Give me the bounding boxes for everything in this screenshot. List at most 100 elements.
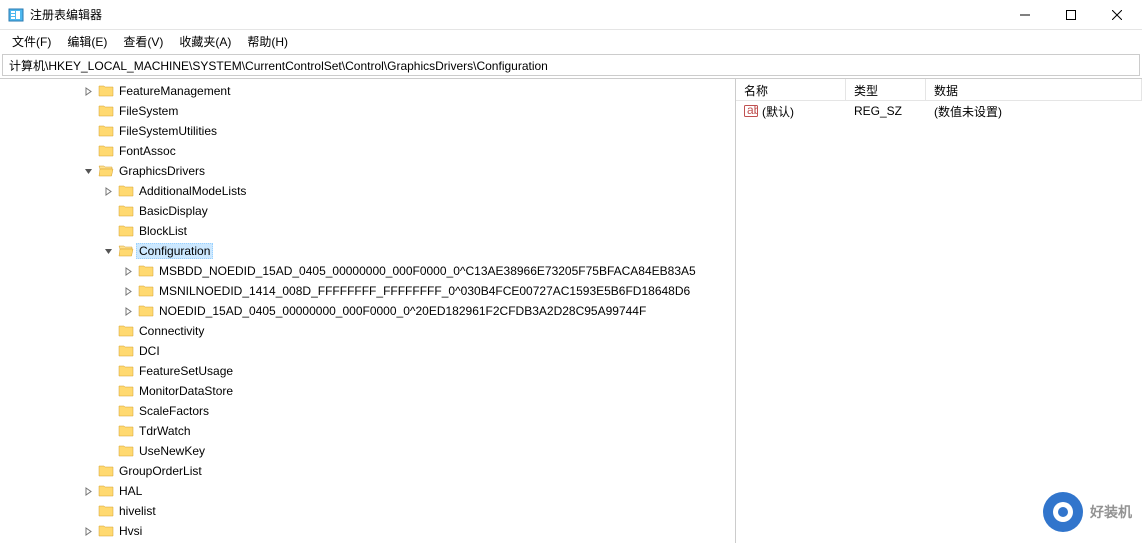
col-type[interactable]: 类型 [846, 79, 926, 100]
tree-item[interactable]: DCI [0, 341, 735, 361]
tree-item[interactable]: FontAssoc [0, 141, 735, 161]
col-data[interactable]: 数据 [926, 79, 1142, 100]
menu-edit[interactable]: 编辑(E) [59, 31, 115, 52]
folder-icon [118, 183, 134, 199]
tree-item-label: FeatureManagement [116, 83, 233, 99]
minimize-button[interactable] [1002, 0, 1048, 30]
tree-item[interactable]: HAL [0, 481, 735, 501]
tree-item-label: MSBDD_NOEDID_15AD_0405_00000000_000F0000… [156, 263, 699, 279]
folder-icon [98, 503, 114, 519]
list-row[interactable]: ab(默认)REG_SZ(数值未设置) [736, 101, 1142, 121]
tree-item[interactable]: FileSystemUtilities [0, 121, 735, 141]
tree-item[interactable]: GraphicsDrivers [0, 161, 735, 181]
folder-icon [118, 223, 134, 239]
list-body[interactable]: ab(默认)REG_SZ(数值未设置) [736, 101, 1142, 543]
tree-item-label: GroupOrderList [116, 463, 205, 479]
content-area: FeatureManagement FileSystem FileSystemUti… [0, 78, 1142, 543]
tree-item[interactable]: NOEDID_15AD_0405_00000000_000F0000_0^20E… [0, 301, 735, 321]
menu-help[interactable]: 帮助(H) [239, 31, 296, 52]
folder-icon [98, 123, 114, 139]
list-pane: 名称 类型 数据 ab(默认)REG_SZ(数值未设置) [736, 79, 1142, 543]
menubar: 文件(F) 编辑(E) 查看(V) 收藏夹(A) 帮助(H) [0, 30, 1142, 52]
expand-toggle-icon[interactable] [100, 183, 116, 199]
maximize-button[interactable] [1048, 0, 1094, 30]
col-name[interactable]: 名称 [736, 79, 846, 100]
tree-item-label: MSNILNOEDID_1414_008D_FFFFFFFF_FFFFFFFF_… [156, 283, 693, 299]
expand-toggle-icon[interactable] [80, 83, 96, 99]
menu-favorites[interactable]: 收藏夹(A) [171, 31, 239, 52]
expand-toggle-icon[interactable] [80, 523, 96, 539]
expand-toggle-icon[interactable] [120, 303, 136, 319]
folder-icon [118, 363, 134, 379]
tree-item[interactable]: TdrWatch [0, 421, 735, 441]
tree-item[interactable]: hivelist [0, 501, 735, 521]
expand-toggle-icon[interactable] [120, 283, 136, 299]
folder-icon [118, 203, 134, 219]
tree-item-label: BlockList [136, 223, 190, 239]
tree-item[interactable]: FeatureManagement [0, 81, 735, 101]
folder-icon [98, 143, 114, 159]
folder-icon [98, 103, 114, 119]
tree-item-label: FeatureSetUsage [136, 363, 236, 379]
folder-icon [98, 463, 114, 479]
string-value-icon: ab [744, 104, 758, 118]
watermark-text: 好装机 [1090, 502, 1132, 522]
expand-toggle-icon[interactable] [80, 163, 96, 179]
folder-icon [118, 403, 134, 419]
tree-item-label: Configuration [136, 243, 213, 259]
tree-item[interactable]: MSNILNOEDID_1414_008D_FFFFFFFF_FFFFFFFF_… [0, 281, 735, 301]
tree-item[interactable]: FeatureSetUsage [0, 361, 735, 381]
folder-icon [98, 163, 114, 179]
folder-icon [118, 343, 134, 359]
watermark: 好装机 [1042, 491, 1132, 533]
folder-icon [118, 443, 134, 459]
folder-icon [98, 483, 114, 499]
tree-item[interactable]: FileSystem [0, 101, 735, 121]
expand-toggle-icon[interactable] [100, 243, 116, 259]
expand-toggle-icon[interactable] [120, 263, 136, 279]
tree-item[interactable]: Configuration [0, 241, 735, 261]
folder-icon [118, 243, 134, 259]
folder-icon [138, 303, 154, 319]
tree-pane[interactable]: FeatureManagement FileSystem FileSystemUti… [0, 79, 736, 543]
tree-item-label: Connectivity [136, 323, 207, 339]
tree-item-label: FileSystemUtilities [116, 123, 220, 139]
tree-item[interactable]: ScaleFactors [0, 401, 735, 421]
addressbar[interactable]: 计算机\HKEY_LOCAL_MACHINE\SYSTEM\CurrentCon… [2, 54, 1140, 76]
tree-item-label: NOEDID_15AD_0405_00000000_000F0000_0^20E… [156, 303, 649, 319]
list-header: 名称 类型 数据 [736, 79, 1142, 101]
value-name-cell: ab(默认) [736, 102, 846, 121]
folder-icon [138, 263, 154, 279]
tree-item-label: FileSystem [116, 103, 181, 119]
tree-item-label: TdrWatch [136, 423, 194, 439]
address-path: 计算机\HKEY_LOCAL_MACHINE\SYSTEM\CurrentCon… [9, 57, 548, 74]
tree-item[interactable]: Hvsi [0, 521, 735, 541]
folder-icon [118, 323, 134, 339]
tree-item-label: UseNewKey [136, 443, 208, 459]
tree-item-label: BasicDisplay [136, 203, 211, 219]
tree-item[interactable]: AdditionalModeLists [0, 181, 735, 201]
tree-item[interactable]: MSBDD_NOEDID_15AD_0405_00000000_000F0000… [0, 261, 735, 281]
tree-item[interactable]: GroupOrderList [0, 461, 735, 481]
tree-item[interactable]: UseNewKey [0, 441, 735, 461]
window-title: 注册表编辑器 [30, 6, 1002, 23]
tree-item[interactable]: BasicDisplay [0, 201, 735, 221]
svg-text:ab: ab [747, 104, 758, 117]
folder-icon [118, 383, 134, 399]
expand-toggle-icon[interactable] [80, 483, 96, 499]
value-type-cell: REG_SZ [846, 103, 926, 119]
tree-item-label: HAL [116, 483, 145, 499]
folder-icon [118, 423, 134, 439]
menu-view[interactable]: 查看(V) [115, 31, 171, 52]
regedit-icon [8, 7, 24, 23]
close-button[interactable] [1094, 0, 1140, 30]
tree-item[interactable]: MonitorDataStore [0, 381, 735, 401]
tree-item-label: ScaleFactors [136, 403, 212, 419]
tree-item[interactable]: Connectivity [0, 321, 735, 341]
tree-item-label: AdditionalModeLists [136, 183, 249, 199]
folder-icon [138, 283, 154, 299]
titlebar: 注册表编辑器 [0, 0, 1142, 30]
tree-item[interactable]: BlockList [0, 221, 735, 241]
window-controls [1002, 0, 1140, 30]
menu-file[interactable]: 文件(F) [4, 31, 59, 52]
